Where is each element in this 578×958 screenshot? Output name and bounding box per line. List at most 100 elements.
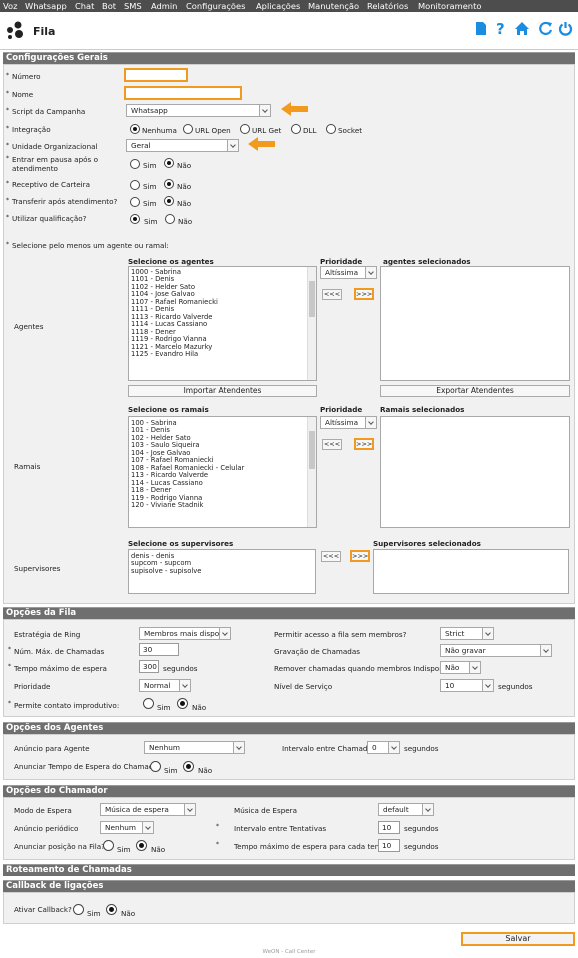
home-icon[interactable] bbox=[514, 21, 530, 36]
menu-monitoramento[interactable]: Monitoramento bbox=[418, 0, 481, 12]
power-icon[interactable] bbox=[558, 21, 573, 36]
queue-icon bbox=[7, 21, 23, 39]
menu-whatsapp[interactable]: Whatsapp bbox=[25, 0, 67, 12]
integracao-urlopen-radio[interactable] bbox=[183, 124, 193, 134]
transferir-nao-label: Não bbox=[177, 199, 192, 208]
callback-nao-radio[interactable] bbox=[106, 904, 117, 915]
numero-input[interactable] bbox=[124, 68, 188, 82]
callback-sim-radio[interactable] bbox=[73, 904, 84, 915]
list-item[interactable]: supisolve - supisolve bbox=[129, 567, 315, 575]
list-item[interactable]: 1125 - Evandro Hila bbox=[129, 350, 316, 358]
receptivo-sim-radio[interactable] bbox=[130, 180, 140, 190]
integracao-urlget-radio[interactable] bbox=[240, 124, 250, 134]
export-button[interactable]: Exportar Atendentes bbox=[380, 385, 570, 397]
posicao-nao-label: Não bbox=[151, 845, 166, 854]
integracao-dll-radio[interactable] bbox=[291, 124, 301, 134]
gravacao-select[interactable]: Não gravar bbox=[440, 644, 552, 657]
intervalo-label: Intervalo entre Chamadas bbox=[282, 744, 376, 753]
agentes-prioridade-select[interactable]: Altíssima bbox=[320, 266, 377, 279]
agentes-add-button[interactable]: >>> bbox=[354, 288, 374, 300]
estrategia-select[interactable]: Membros mais disponíveis bbox=[139, 627, 231, 640]
receptivo-label: Receptivo de Carteira bbox=[12, 180, 91, 189]
intervalo-select[interactable]: 0 bbox=[367, 741, 400, 754]
agentes-remove-button[interactable]: <<< bbox=[322, 289, 342, 300]
agentes-selected-listbox[interactable] bbox=[380, 266, 570, 381]
pausa-nao-radio[interactable] bbox=[164, 158, 174, 168]
pausa-sim-radio[interactable] bbox=[130, 159, 140, 169]
required-mark: * bbox=[6, 197, 9, 204]
remover-select[interactable]: Não bbox=[440, 661, 481, 674]
transferir-sim-radio[interactable] bbox=[130, 197, 140, 207]
pausa-sim-label: Sim bbox=[143, 161, 157, 170]
menu-relatorios[interactable]: Relatórios bbox=[367, 0, 408, 12]
improdutivo-sim-radio[interactable] bbox=[143, 698, 154, 709]
panel-callback bbox=[3, 892, 575, 924]
menu-chat[interactable]: Chat bbox=[75, 0, 94, 12]
supervisores-remove-button[interactable]: <<< bbox=[321, 551, 341, 562]
nivel-select[interactable]: 10 bbox=[440, 679, 494, 692]
title-bar: Fila ? bbox=[0, 12, 578, 50]
posicao-sim-radio[interactable] bbox=[103, 840, 114, 851]
agentes-list-header: Selecione os agentes bbox=[128, 257, 214, 266]
max-input[interactable]: 30 bbox=[139, 643, 179, 656]
menu-aplicacoes[interactable]: Aplicações bbox=[256, 0, 300, 12]
scrollbar[interactable] bbox=[307, 267, 316, 380]
menu-manutencao[interactable]: Manutenção bbox=[308, 0, 359, 12]
qualificacao-nao-radio[interactable] bbox=[165, 214, 175, 224]
max-label: Núm. Máx. de Chamadas bbox=[14, 647, 105, 656]
menu-sms[interactable]: SMS bbox=[124, 0, 142, 12]
list-item[interactable]: 120 - Viviane Stadnik bbox=[129, 501, 316, 509]
unidade-select[interactable]: Geral bbox=[126, 139, 239, 152]
menu-voz[interactable]: Voz bbox=[3, 0, 17, 12]
ramais-selected-listbox[interactable] bbox=[380, 416, 570, 528]
anunciar-nao-radio[interactable] bbox=[183, 761, 194, 772]
refresh-icon[interactable] bbox=[539, 21, 553, 36]
menu-bot[interactable]: Bot bbox=[102, 0, 116, 12]
save-button[interactable]: Salvar bbox=[461, 932, 575, 946]
anunciar-sim-radio[interactable] bbox=[150, 761, 161, 772]
agentes-row-label: Agentes bbox=[14, 322, 44, 331]
integracao-nenhuma-radio[interactable] bbox=[130, 124, 140, 134]
transferir-nao-radio[interactable] bbox=[164, 196, 174, 206]
scrollbar[interactable] bbox=[307, 417, 316, 527]
menu-configuracoes[interactable]: Configurações bbox=[186, 0, 245, 12]
qualificacao-sim-radio[interactable] bbox=[130, 214, 140, 224]
supervisores-listbox[interactable]: denis - denis supcom - supcom supisolve - … bbox=[128, 549, 316, 594]
intervalo-unit: segundos bbox=[404, 744, 439, 753]
ramais-listbox[interactable]: 100 - Sabrina 101 - Denis 102 - Helder Sat… bbox=[128, 416, 317, 528]
anuncio-label: Anúncio para Agente bbox=[14, 744, 90, 753]
receptivo-nao-radio[interactable] bbox=[164, 179, 174, 189]
posicao-nao-radio[interactable] bbox=[136, 840, 147, 851]
integracao-socket-radio[interactable] bbox=[326, 124, 336, 134]
menu-admin[interactable]: Admin bbox=[151, 0, 177, 12]
help-icon[interactable]: ? bbox=[495, 21, 507, 36]
ramais-remove-button[interactable]: <<< bbox=[322, 439, 342, 450]
section-configuracoes-gerais: Configurações Gerais bbox=[3, 52, 575, 64]
prioridade-select[interactable]: Normal bbox=[139, 679, 191, 692]
import-button[interactable]: Importar Atendentes bbox=[128, 385, 317, 397]
improdutivo-nao-radio[interactable] bbox=[177, 698, 188, 709]
tempo-tentativa-input[interactable]: 10 bbox=[378, 839, 400, 852]
anuncio-select[interactable]: Nenhum bbox=[144, 741, 245, 754]
ramais-add-button[interactable]: >>> bbox=[354, 438, 374, 450]
script-select[interactable]: Whatsapp bbox=[126, 104, 271, 117]
required-mark: * bbox=[6, 155, 9, 162]
permitir-select[interactable]: Strict bbox=[440, 627, 494, 640]
required-mark: * bbox=[6, 214, 9, 221]
improdutivo-label: Permite contato improdutivo: bbox=[14, 701, 120, 710]
required-mark: * bbox=[6, 125, 9, 132]
modo-select[interactable]: Música de espera bbox=[100, 803, 196, 816]
required-mark: * bbox=[6, 107, 9, 114]
section-roteamento[interactable]: Roteamento de Chamadas bbox=[3, 864, 575, 876]
supervisores-selected-listbox[interactable] bbox=[373, 549, 569, 594]
tempo-input[interactable]: 300 bbox=[139, 660, 159, 673]
periodico-select[interactable]: Nenhum bbox=[100, 821, 154, 834]
musica-select[interactable]: default bbox=[378, 803, 434, 816]
tentativas-input[interactable]: 10 bbox=[378, 821, 400, 834]
ramais-prioridade-select[interactable]: Altíssima bbox=[320, 416, 377, 429]
nome-input[interactable] bbox=[124, 86, 242, 100]
ramais-selected-header: Ramais selecionados bbox=[380, 405, 465, 414]
supervisores-add-button[interactable]: >>> bbox=[350, 550, 370, 562]
agentes-listbox[interactable]: 1000 - Sabrina 1101 - Denis 1102 - Helder … bbox=[128, 266, 317, 381]
document-icon[interactable] bbox=[475, 21, 487, 36]
